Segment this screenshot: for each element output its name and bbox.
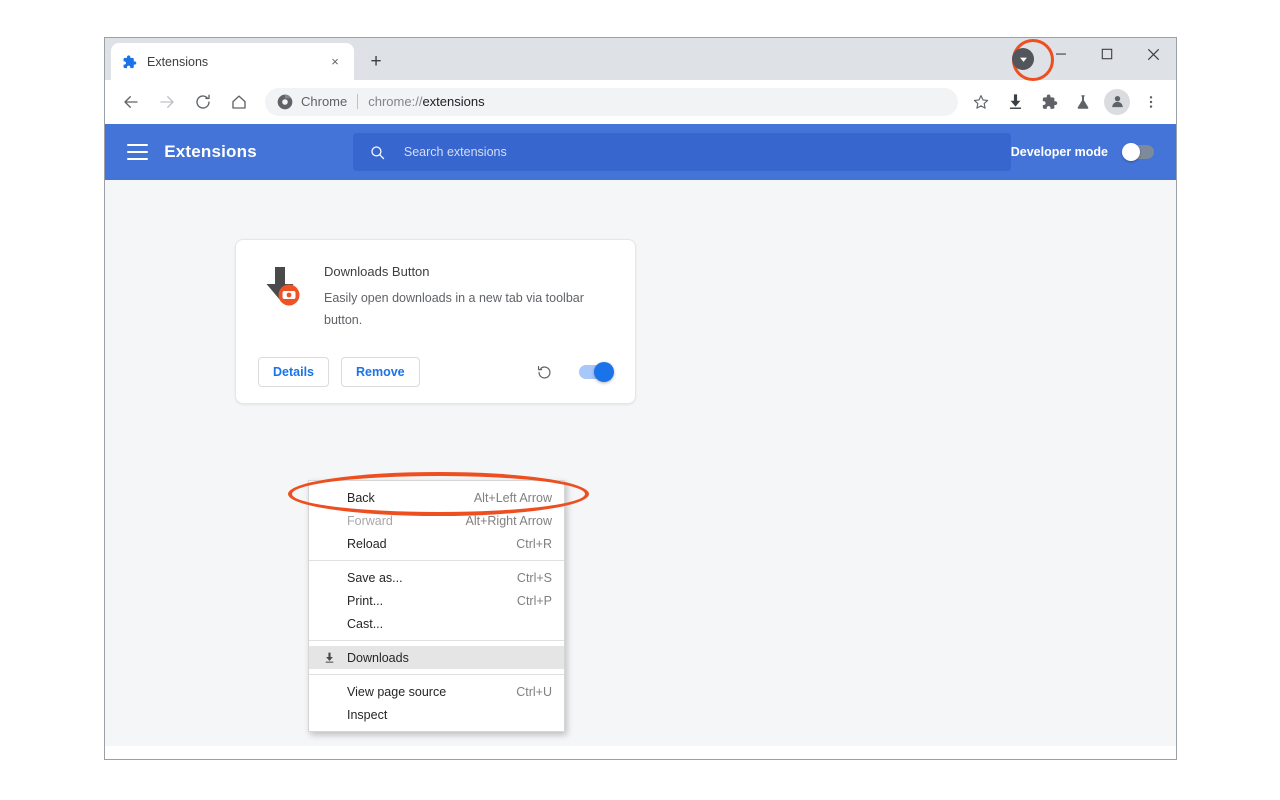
reload-extension-icon[interactable]	[531, 359, 557, 385]
remove-button[interactable]: Remove	[341, 357, 420, 387]
browser-toolbar: Chrome chrome://extensions	[105, 80, 1176, 124]
browser-window: Extensions × + Chrome chrome://extension…	[104, 37, 1177, 760]
url-scheme: chrome://	[368, 94, 423, 109]
chevron-down-icon	[1019, 57, 1027, 62]
menu-item-shortcut: Ctrl+S	[516, 570, 552, 585]
person-avatar-icon	[1111, 95, 1123, 108]
extension-enable-toggle[interactable]	[579, 362, 614, 382]
download-arrow-with-badge-icon	[258, 262, 306, 310]
menu-item-shortcut: Ctrl+P	[516, 593, 552, 608]
address-bar[interactable]: Chrome chrome://extensions	[265, 87, 958, 116]
menu-item-label: Save as...	[347, 570, 403, 585]
menu-separator	[309, 640, 564, 641]
extensions-page-content: Downloads Button Easily open downloads i…	[105, 180, 1176, 746]
menu-item-label: Downloads	[347, 650, 409, 665]
maximize-button[interactable]	[1084, 38, 1130, 70]
download-arrow-glyph	[325, 652, 333, 663]
url-rest: extensions	[422, 94, 485, 109]
developer-mode-label: Developer mode	[1010, 145, 1108, 159]
back-button[interactable]	[116, 87, 146, 117]
extension-icon-graphic	[266, 267, 300, 306]
chrome-menu-button[interactable]	[1136, 87, 1166, 117]
puzzle-piece-icon	[1042, 94, 1058, 109]
close-window-button[interactable]	[1130, 38, 1176, 70]
home-button[interactable]	[224, 87, 254, 117]
address-bar-url: chrome://extensions	[368, 94, 484, 109]
menu-item-label: Back	[347, 490, 375, 505]
menu-item-shortcut: Alt+Left Arrow	[473, 490, 552, 505]
menu-item-label: Cast...	[347, 616, 384, 631]
forward-arrow-icon	[160, 95, 174, 108]
reload-icon	[196, 94, 210, 109]
chrome-logo-icon	[277, 94, 293, 109]
extension-card-top: Downloads Button Easily open downloads i…	[236, 240, 635, 331]
search-extensions-input[interactable]: Search extensions	[352, 133, 1011, 171]
download-indicator-badge[interactable]	[1012, 48, 1034, 70]
menu-separator	[309, 560, 564, 561]
extensions-page-header: Extensions Search extensions Developer m…	[105, 124, 1176, 180]
menu-item-label: View page source	[347, 684, 447, 699]
menu-separator	[309, 674, 564, 675]
new-tab-button[interactable]: +	[363, 49, 389, 75]
tab-strip: Extensions × +	[105, 38, 1176, 80]
menu-item-shortcut: Ctrl+U	[516, 684, 552, 699]
home-icon	[232, 94, 246, 109]
menu-item-downloads[interactable]: Downloads	[309, 646, 564, 669]
site-chip-label: Chrome	[301, 94, 348, 109]
extension-card: Downloads Button Easily open downloads i…	[235, 239, 636, 404]
three-dot-menu-icon	[1149, 95, 1153, 108]
page-title: Extensions	[164, 142, 257, 161]
extensions-button[interactable]	[1034, 87, 1064, 117]
menu-item-view-page-source[interactable]: View page source Ctrl+U	[309, 680, 564, 703]
menu-item-back[interactable]: Back Alt+Left Arrow	[309, 486, 564, 509]
menu-item-shortcut: Ctrl+R	[516, 536, 552, 551]
maximize-icon	[1101, 48, 1113, 60]
context-menu: Back Alt+Left Arrow Forward Alt+Right Ar…	[308, 480, 565, 732]
menu-item-shortcut: Alt+Right Arrow	[465, 513, 553, 528]
menu-item-forward[interactable]: Forward Alt+Right Arrow	[309, 509, 564, 532]
minimize-icon	[1056, 53, 1066, 55]
downloads-button[interactable]	[1000, 87, 1030, 117]
extension-card-actions: Details Remove	[236, 341, 635, 403]
details-button[interactable]: Details	[258, 357, 329, 387]
labs-button[interactable]	[1068, 87, 1098, 117]
developer-mode-control: Developer mode	[1010, 143, 1176, 161]
download-arrow-icon	[1009, 94, 1021, 109]
forward-button[interactable]	[152, 87, 182, 117]
extension-description: Easily open downloads in a new tab via t…	[324, 291, 584, 327]
developer-mode-toggle[interactable]	[1122, 143, 1154, 161]
search-icon	[371, 145, 385, 159]
flask-icon	[1077, 94, 1089, 109]
reload-button[interactable]	[188, 87, 218, 117]
omnibox-separator	[357, 94, 359, 109]
menu-item-print[interactable]: Print... Ctrl+P	[309, 589, 564, 612]
window-controls	[1038, 38, 1176, 80]
extension-card-text: Downloads Button Easily open downloads i…	[324, 262, 613, 331]
menu-item-save-as[interactable]: Save as... Ctrl+S	[309, 566, 564, 589]
reload-icon	[537, 365, 551, 378]
menu-item-inspect[interactable]: Inspect	[309, 703, 564, 726]
menu-item-reload[interactable]: Reload Ctrl+R	[309, 532, 564, 555]
avatar	[1104, 88, 1130, 115]
search-placeholder: Search extensions	[403, 145, 507, 159]
download-arrow-icon	[319, 651, 339, 664]
extension-name: Downloads Button	[324, 264, 430, 279]
profile-button[interactable]	[1102, 87, 1132, 117]
menu-item-label: Inspect	[347, 707, 388, 722]
hamburger-menu-icon[interactable]	[127, 141, 149, 163]
extension-card-right-controls	[531, 359, 614, 385]
close-tab-icon[interactable]: ×	[326, 53, 344, 71]
browser-tab[interactable]: Extensions ×	[111, 43, 354, 80]
puzzle-piece-icon	[123, 54, 137, 68]
back-arrow-icon	[124, 95, 138, 108]
tab-title: Extensions	[147, 54, 209, 69]
bookmark-button[interactable]	[966, 87, 996, 117]
menu-item-label: Print...	[347, 593, 384, 608]
close-icon	[1147, 48, 1159, 60]
menu-item-label: Forward	[347, 513, 393, 528]
menu-item-cast[interactable]: Cast...	[309, 612, 564, 635]
star-icon	[973, 94, 989, 109]
menu-item-label: Reload	[347, 536, 387, 551]
minimize-button[interactable]	[1038, 38, 1084, 70]
